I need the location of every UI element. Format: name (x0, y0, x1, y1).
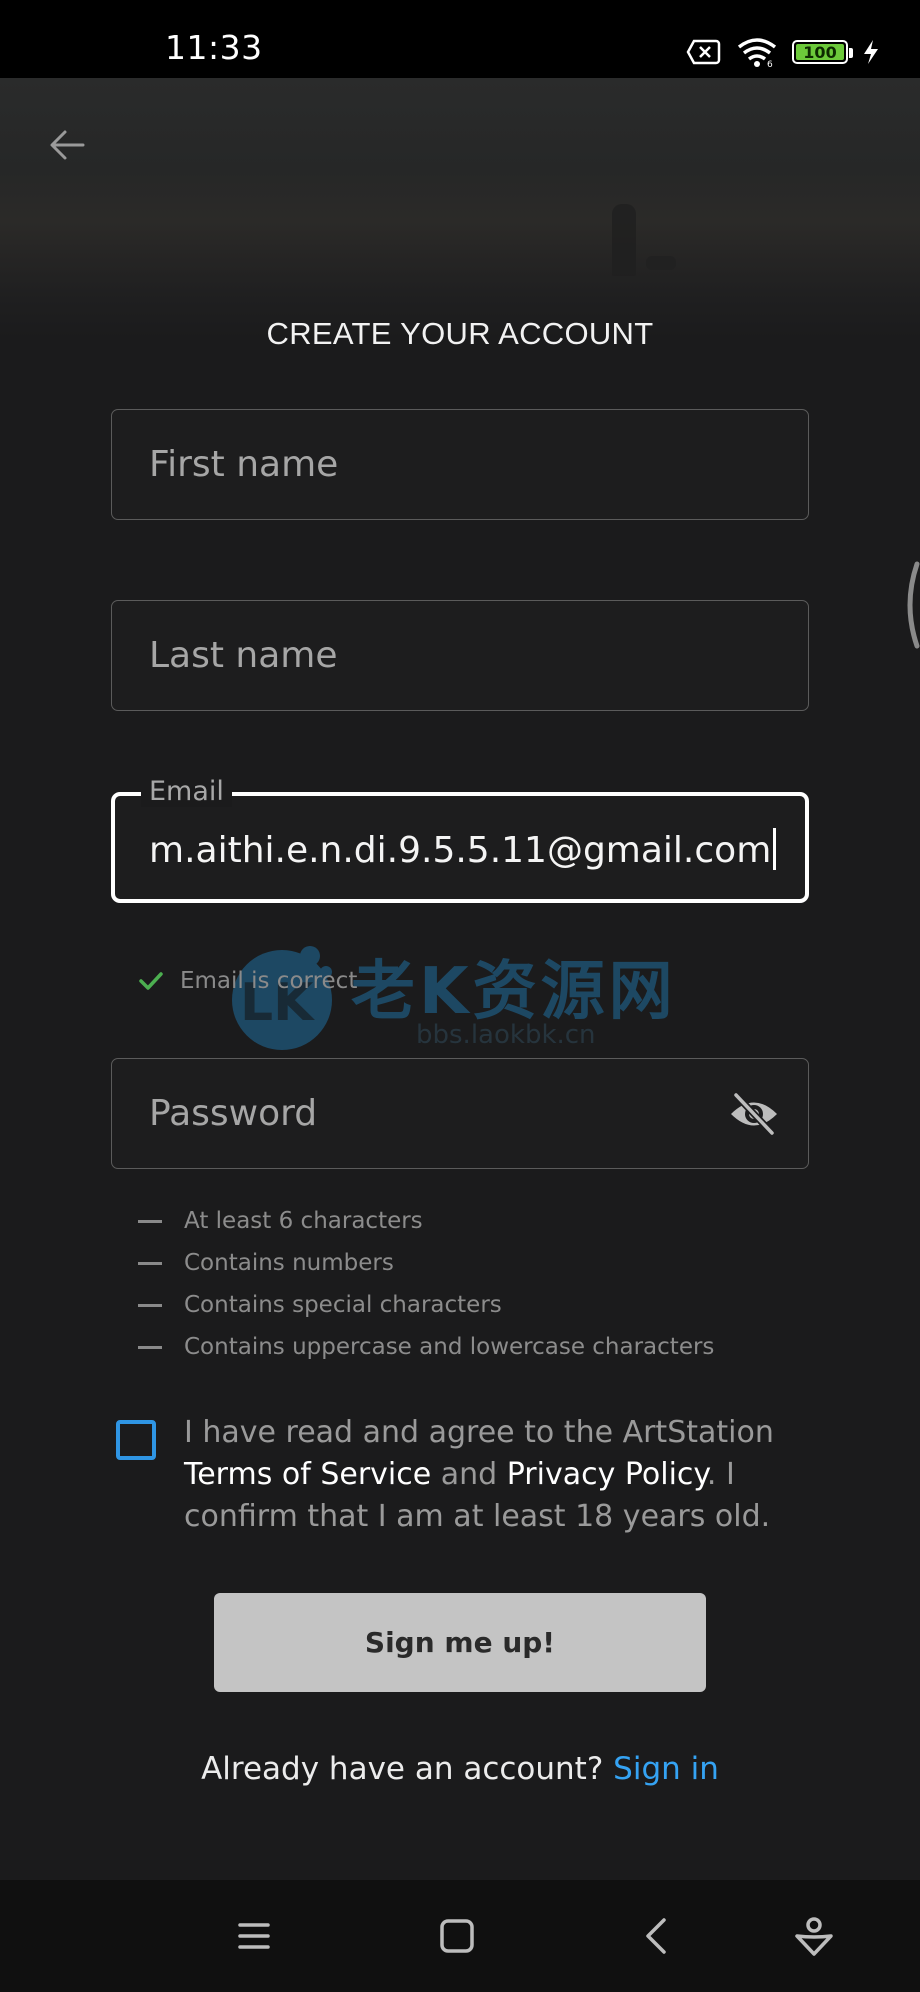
page-title: CREATE YOUR ACCOUNT (266, 316, 654, 351)
back-button[interactable] (44, 122, 90, 168)
charging-bolt-icon (864, 40, 878, 64)
privacy-policy-link[interactable]: Privacy Policy (507, 1457, 707, 1492)
email-value-wrap: m.aithi.e.n.di.9.5.5.11@gmail.com (149, 828, 777, 871)
last-name-placeholder: Last name (149, 635, 338, 676)
terms-of-service-link[interactable]: Terms of Service (184, 1457, 431, 1492)
sign-up-button[interactable]: Sign me up! (214, 1593, 706, 1692)
dash-icon (138, 1345, 162, 1349)
password-rule-text: At least 6 characters (184, 1208, 423, 1234)
back-chevron-icon (646, 1918, 666, 1954)
dash-icon (138, 1303, 162, 1307)
sign-in-link[interactable]: Sign in (613, 1751, 719, 1787)
watermark-url: bbs.laokbk.cn (416, 1020, 596, 1050)
arrow-left-icon (50, 130, 85, 160)
assistant-button[interactable] (788, 1910, 840, 1962)
hero-background (0, 78, 920, 338)
wifi-icon: 6 (737, 38, 777, 68)
password-placeholder: Password (149, 1093, 318, 1134)
email-validation-text: Email is correct (180, 968, 358, 994)
menu-icon (238, 1923, 270, 1949)
last-name-field[interactable]: Last name (111, 600, 809, 711)
side-panel-handle[interactable] (897, 560, 920, 650)
email-label: Email (141, 776, 232, 807)
email-validation: Email is correct (138, 968, 357, 994)
hero-figure (612, 204, 636, 276)
password-rule: Contains numbers (138, 1242, 714, 1284)
hero-dog (646, 256, 676, 270)
dash-icon (138, 1261, 162, 1265)
home-square-icon (440, 1919, 474, 1953)
password-rule-text: Contains special characters (184, 1292, 502, 1318)
agreement-text: I have read and agree to the ArtStation … (184, 1412, 784, 1538)
home-button[interactable] (431, 1910, 483, 1962)
eye-off-icon[interactable] (728, 1091, 780, 1137)
agreement-checkbox[interactable] (116, 1420, 156, 1460)
signin-prompt-text: Already have an account? (201, 1751, 614, 1787)
password-field[interactable]: Password (111, 1058, 809, 1169)
sim-off-icon (686, 39, 721, 65)
svg-text:6: 6 (767, 60, 773, 68)
email-field[interactable]: Email m.aithi.e.n.di.9.5.5.11@gmail.com (111, 776, 809, 903)
system-nav-bar (0, 1880, 920, 1992)
first-name-field[interactable]: First name (111, 409, 809, 520)
status-icons: 6 100 (686, 36, 880, 68)
dash-icon (138, 1219, 162, 1223)
status-time: 11:33 (165, 28, 263, 67)
status-bar: 11:33 6 100 (0, 0, 920, 78)
check-icon (139, 972, 163, 990)
agreement-and: and (431, 1457, 507, 1492)
agreement-prefix: I have read and agree to the ArtStation (184, 1415, 774, 1450)
email-value: m.aithi.e.n.di.9.5.5.11@gmail.com (149, 830, 772, 871)
first-name-placeholder: First name (149, 444, 339, 485)
password-rules: At least 6 characters Contains numbers C… (138, 1200, 714, 1368)
password-rule: Contains uppercase and lowercase charact… (138, 1326, 714, 1368)
signin-prompt: Already have an account? Sign in (0, 1751, 920, 1787)
text-cursor (773, 828, 777, 870)
battery-icon: 100 (792, 40, 853, 64)
password-rule-text: Contains numbers (184, 1250, 394, 1276)
battery-level: 100 (803, 42, 837, 62)
menu-button[interactable] (228, 1910, 280, 1962)
watermark-logo: LK (232, 946, 332, 1050)
assistant-icon (795, 1917, 833, 1956)
password-rule: At least 6 characters (138, 1200, 714, 1242)
password-rule-text: Contains uppercase and lowercase charact… (184, 1334, 715, 1360)
watermark-title: 老K资源网 (351, 955, 677, 1029)
password-rule: Contains special characters (138, 1284, 714, 1326)
nav-back-button[interactable] (632, 1910, 684, 1962)
